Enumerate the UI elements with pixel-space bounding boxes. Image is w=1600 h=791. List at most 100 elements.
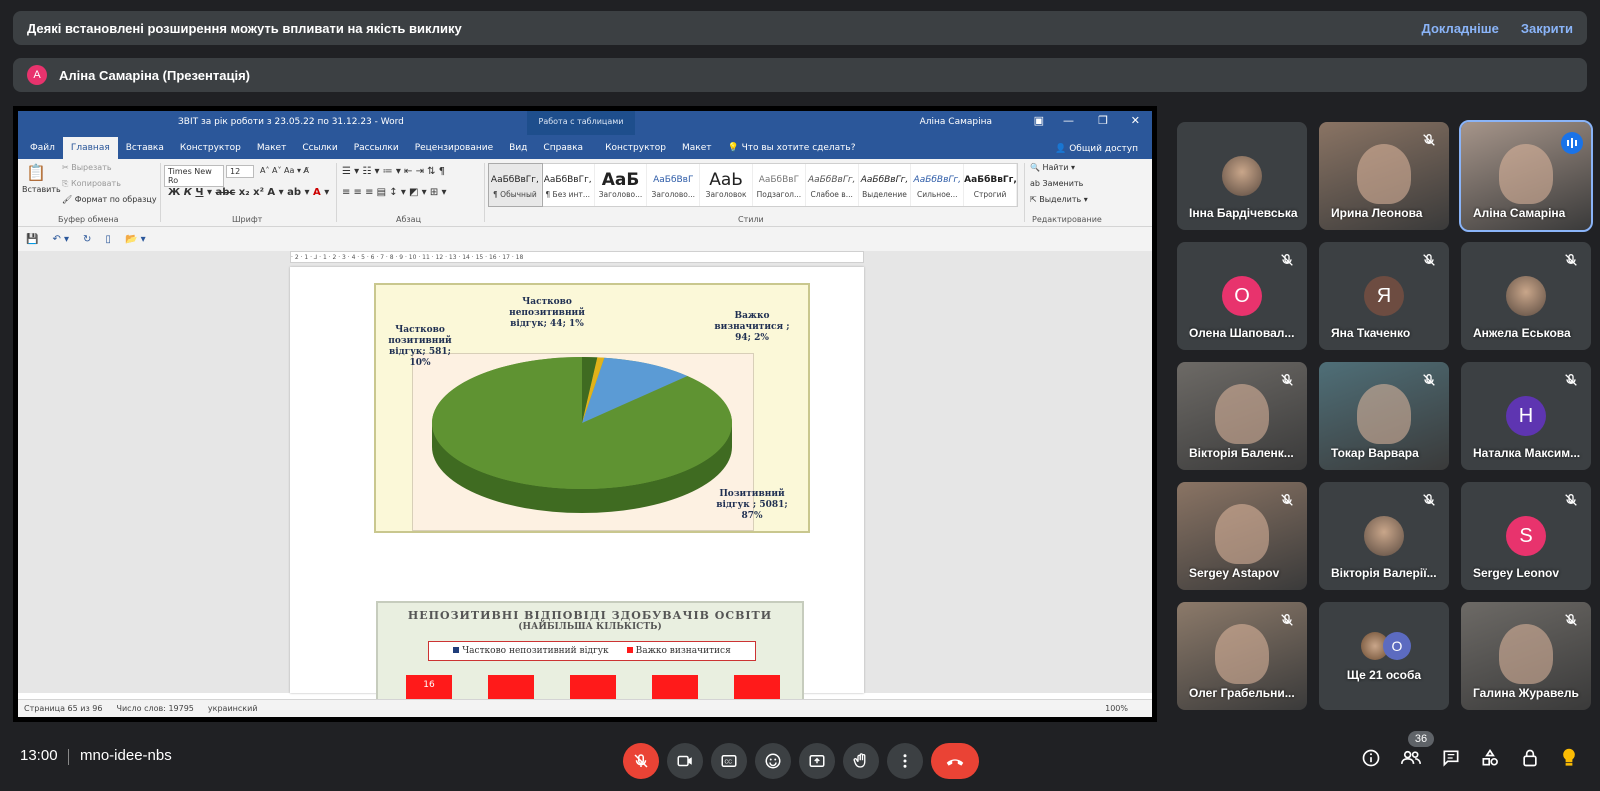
participant-name: Олена Шаповал... — [1189, 326, 1295, 340]
participant-tile[interactable]: Н Наталка Максим... — [1461, 362, 1591, 470]
font-format-buttons[interactable]: Ж К Ч ▾ abc x₂ x² A ▾ ab ▾ A ▾ — [168, 187, 329, 198]
redo-icon[interactable]: ↻ — [83, 234, 91, 245]
tab-table-layout[interactable]: Макет — [674, 143, 720, 159]
paste-button[interactable]: Вставить — [22, 185, 61, 194]
tab-table-design[interactable]: Конструктор — [597, 143, 674, 159]
cut-button[interactable]: ✂ Вырезать — [62, 163, 112, 172]
chat-button[interactable] — [1439, 746, 1463, 770]
tab-file[interactable]: Файл — [22, 143, 63, 159]
font-name-select[interactable]: Times New Ro — [164, 165, 224, 187]
participant-tile[interactable]: Вікторія Баленк... — [1177, 362, 1307, 470]
document-page: Частково непозитивний відгук; 44; 1% Важ… — [290, 267, 864, 701]
save-icon[interactable]: 💾 — [26, 234, 38, 245]
participant-tile[interactable]: Вікторія Валерії... — [1319, 482, 1449, 590]
divider — [68, 749, 69, 765]
style-sample: АаБбВвГг, — [964, 175, 1017, 185]
tab-references[interactable]: Ссылки — [294, 143, 345, 159]
participant-tile[interactable]: Інна Бардічевська — [1177, 122, 1307, 230]
raise-hand-button[interactable] — [843, 743, 879, 779]
share-button[interactable]: 👤 Общий доступ — [1055, 144, 1138, 154]
avatar: O — [1383, 632, 1411, 660]
list-buttons[interactable]: ☰ ▾ ☷ ▾ ≔ ▾ ⇤ ⇥ ⇅ ¶ — [342, 166, 445, 177]
style-name: Подзагол... — [756, 190, 802, 199]
style-strong[interactable]: АаБбВвГг, Строгий — [964, 164, 1017, 206]
tell-me-box[interactable]: 💡 Что вы хотите сделать? — [719, 143, 863, 159]
pie-slices — [432, 357, 732, 489]
activities-button[interactable] — [1478, 746, 1502, 770]
style-heading1[interactable]: АаБ Заголово... — [595, 164, 648, 206]
grow-font-icon[interactable]: A˄ A˅ Aa ▾ A̸ — [260, 166, 309, 175]
tab-design[interactable]: Конструктор — [172, 143, 249, 159]
participant-tile[interactable]: Я Яна Ткаченко — [1319, 242, 1449, 350]
select-button[interactable]: ⇱ Выделить ▾ — [1030, 195, 1088, 204]
new-doc-icon[interactable]: ▯ — [105, 234, 111, 245]
style-subtle-emphasis[interactable]: АаБбВвГг, Слабое в... — [806, 164, 859, 206]
captions-button[interactable]: CC — [711, 743, 747, 779]
reactions-button[interactable] — [755, 743, 791, 779]
tab-home[interactable]: Главная — [62, 137, 118, 159]
tab-mailings[interactable]: Рассылки — [346, 143, 407, 159]
video-person-silhouette — [1215, 384, 1269, 444]
format-painter-button[interactable]: 🖌 Формат по образцу — [62, 195, 157, 204]
mic-off-icon — [1279, 372, 1295, 388]
tab-layout[interactable]: Макет — [249, 143, 295, 159]
lock-person-icon — [1523, 749, 1537, 767]
style-normal[interactable]: АаБбВвГг, ¶ Обычный — [488, 163, 543, 207]
align-buttons[interactable]: ≡ ≡ ≡ ▤ ↕ ▾ ◩ ▾ ⊞ ▾ — [342, 187, 446, 198]
tab-view[interactable]: Вид — [501, 143, 535, 159]
more-options-button[interactable] — [887, 743, 923, 779]
word-user-name: Аліна Самаріна — [919, 117, 992, 127]
lightbulb-icon — [1563, 748, 1575, 766]
mic-toggle-button[interactable] — [623, 743, 659, 779]
restore-icon[interactable]: ❐ — [1098, 114, 1108, 127]
slice-label-partial-negative: Частково непозитивний відгук; 44; 1% — [509, 297, 585, 329]
ribbon-display-icon[interactable]: ▣ — [1034, 114, 1044, 127]
undo-icon[interactable]: ↶ ▾ — [52, 234, 69, 245]
participant-tile[interactable]: O Ще 21 особа — [1319, 602, 1449, 710]
tab-review[interactable]: Рецензирование — [407, 143, 501, 159]
close-banner-link[interactable]: Закрити — [1521, 21, 1573, 36]
copy-button[interactable]: ⎘ Копировать — [62, 179, 121, 189]
present-button[interactable] — [799, 743, 835, 779]
style-heading2[interactable]: АаБбВвГ Заголово... — [647, 164, 701, 206]
style-sample: АаБбВвГ — [758, 175, 800, 185]
participant-tile[interactable]: Олег Грабельни... — [1177, 602, 1307, 710]
style-subtitle[interactable]: АаБбВвГ Подзагол... — [753, 164, 806, 206]
participant-tile[interactable]: S Sergey Leonov — [1461, 482, 1591, 590]
style-title[interactable]: АаЬ Заголовок — [700, 164, 753, 206]
style-name: Слабое в... — [810, 190, 853, 199]
people-button[interactable] — [1399, 746, 1423, 770]
mic-off-icon — [1279, 612, 1295, 628]
camera-toggle-button[interactable] — [667, 743, 703, 779]
style-no-spacing[interactable]: АаБбВвГг, ¶ Без инт... — [542, 164, 595, 206]
style-sample: АаБбВвГг, — [860, 175, 909, 185]
zoom-level[interactable]: 100% — [1105, 704, 1128, 713]
minimize-icon[interactable]: — — [1063, 114, 1074, 127]
participant-tile[interactable]: Ирина Леонова — [1319, 122, 1449, 230]
find-button[interactable]: 🔍 Найти ▾ — [1030, 163, 1075, 172]
participant-tile[interactable]: О Олена Шаповал... — [1177, 242, 1307, 350]
lightbulb-button[interactable] — [1557, 746, 1581, 770]
close-icon[interactable]: ✕ — [1131, 114, 1140, 127]
replace-button[interactable]: ab Заменить — [1030, 179, 1083, 188]
meeting-info-button[interactable] — [1359, 746, 1383, 770]
participant-tile[interactable]: Токар Варвара — [1319, 362, 1449, 470]
participant-tile[interactable]: Анжела Еськова — [1461, 242, 1591, 350]
tab-help[interactable]: Справка — [535, 143, 591, 159]
meeting-code: mno-idee-nbs — [80, 747, 172, 764]
style-intense-emphasis[interactable]: АаБбВвГг, Сильное... — [911, 164, 965, 206]
open-icon[interactable]: 📂 ▾ — [125, 234, 146, 245]
participant-tile[interactable]: Галина Журавель — [1461, 602, 1591, 710]
copy-icon: ⎘ — [62, 179, 69, 188]
participant-tile[interactable]: Аліна Самаріна — [1459, 120, 1593, 232]
learn-more-link[interactable]: Докладніше — [1422, 21, 1499, 36]
style-sample: АаЬ — [709, 170, 743, 190]
mic-off-icon — [1421, 252, 1437, 268]
font-size-select[interactable]: 12 — [226, 165, 254, 178]
tab-insert[interactable]: Вставка — [118, 143, 172, 159]
leave-call-button[interactable] — [931, 743, 979, 779]
style-emphasis[interactable]: АаБбВвГг, Выделение — [859, 164, 912, 206]
participant-tile[interactable]: Sergey Astapov — [1177, 482, 1307, 590]
paste-icon[interactable]: 📋 — [26, 163, 46, 182]
host-controls-button[interactable] — [1518, 746, 1542, 770]
